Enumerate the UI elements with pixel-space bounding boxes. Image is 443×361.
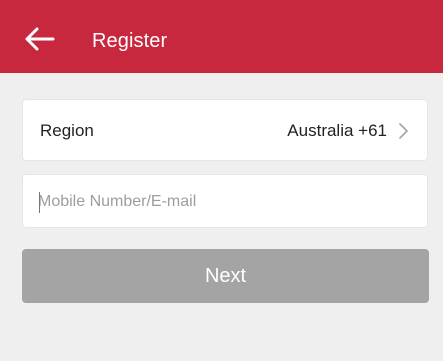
text-caret — [39, 192, 40, 213]
back-button[interactable] — [22, 24, 56, 54]
region-label: Region — [40, 121, 94, 140]
chevron-right-icon — [398, 123, 410, 139]
top-bar: Register — [0, 0, 443, 73]
next-button[interactable]: Next — [22, 249, 429, 303]
page-title: Register — [92, 30, 168, 52]
mobile-email-input[interactable] — [38, 189, 408, 215]
mobile-email-field-container — [22, 174, 428, 228]
arrow-left-icon — [22, 24, 56, 54]
region-value: Australia +61 — [287, 121, 387, 140]
region-selector[interactable]: Region Australia +61 — [22, 99, 428, 161]
